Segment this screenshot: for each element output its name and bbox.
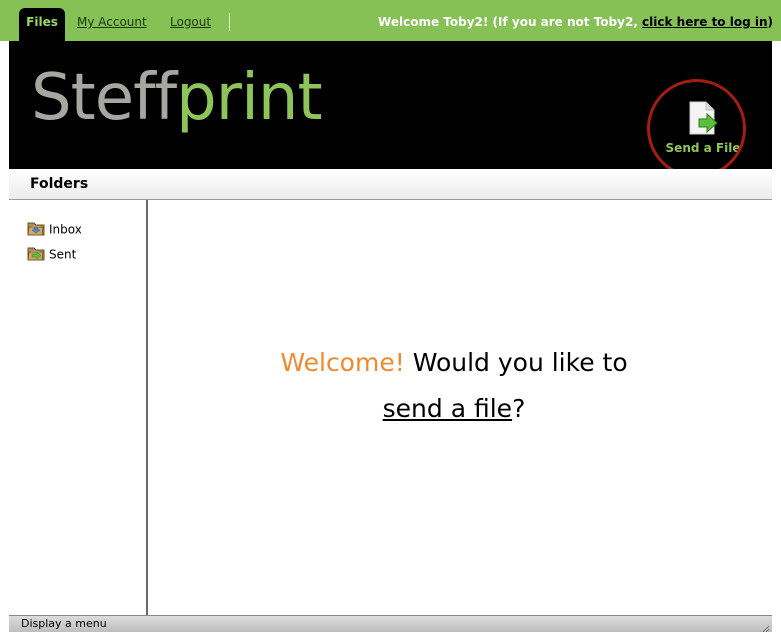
logo-text-print: print bbox=[176, 61, 322, 135]
folders-title: Folders bbox=[30, 176, 89, 192]
welcome-message: Welcome Toby2! (If you are not Toby2, cl… bbox=[378, 15, 773, 29]
sent-folder-icon bbox=[27, 245, 45, 264]
send-file-label: Send a File bbox=[665, 141, 741, 155]
tab-my-account[interactable]: My Account bbox=[77, 15, 147, 29]
resize-grip-icon[interactable] bbox=[759, 620, 770, 632]
main-content: Welcome! Would you like to send a file? bbox=[148, 200, 772, 615]
folder-item-sent[interactable]: Sent bbox=[27, 245, 76, 263]
send-file-suffix: ? bbox=[512, 394, 526, 423]
welcome-message-close: ) bbox=[767, 15, 773, 29]
top-nav-bar: Files My Account Logout Welcome Toby2! (… bbox=[0, 0, 781, 41]
tab-files[interactable]: Files bbox=[19, 8, 65, 41]
tab-logout[interactable]: Logout bbox=[170, 15, 211, 29]
welcome-highlight: Welcome! bbox=[280, 348, 405, 377]
login-link[interactable]: click here to log in bbox=[642, 15, 767, 29]
send-file-link[interactable]: send a file bbox=[383, 394, 512, 423]
folder-item-inbox[interactable]: Inbox bbox=[27, 220, 82, 238]
steffprint-logo: Steffprint bbox=[31, 66, 323, 130]
send-file-button[interactable]: Send a File bbox=[663, 101, 743, 163]
welcome-heading: Welcome! Would you like to bbox=[148, 348, 760, 377]
folder-item-label: Sent bbox=[49, 247, 77, 262]
folder-item-label: Inbox bbox=[49, 222, 82, 237]
nav-divider bbox=[229, 13, 230, 31]
header-banner: Steffprint Send a File bbox=[9, 41, 772, 169]
welcome-question: Would you like to bbox=[404, 348, 628, 377]
inbox-folder-icon bbox=[27, 220, 45, 239]
folders-header: Folders bbox=[9, 169, 772, 200]
app-window: Files My Account Logout Welcome Toby2! (… bbox=[0, 0, 781, 632]
status-text: Display a menu bbox=[21, 617, 107, 630]
logo-text-steff: Steff bbox=[31, 61, 177, 135]
status-bar: Display a menu bbox=[9, 615, 772, 632]
folder-sidebar: Inbox Sent bbox=[9, 200, 148, 615]
welcome-message-text: Welcome Toby2! (If you are not Toby2, bbox=[378, 15, 643, 29]
send-file-icon bbox=[663, 101, 743, 137]
send-file-prompt: send a file? bbox=[148, 394, 760, 423]
